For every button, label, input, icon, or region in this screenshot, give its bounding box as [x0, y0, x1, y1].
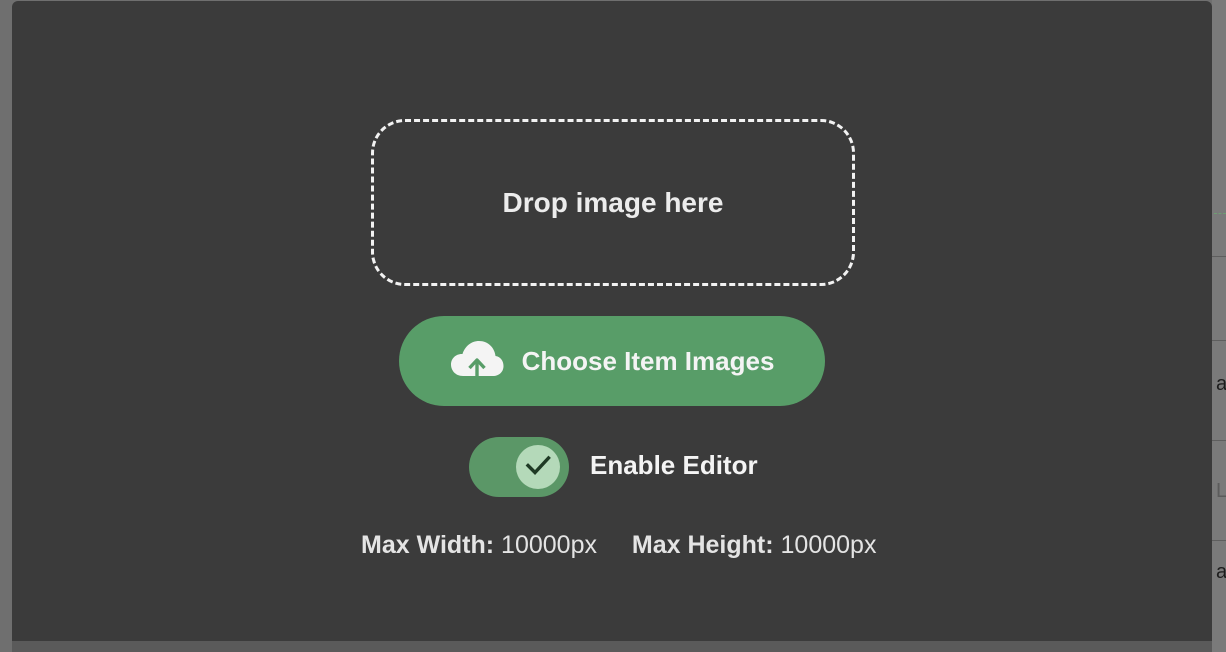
enable-editor-toggle[interactable]: [469, 437, 569, 497]
choose-button-label: Choose Item Images: [521, 345, 775, 376]
background-divider: [1212, 256, 1226, 257]
enable-editor-label: Enable Editor: [590, 450, 758, 480]
max-width-value: 10000px: [501, 531, 597, 559]
background-divider: [1212, 540, 1226, 541]
background-divider: [1212, 440, 1226, 441]
background-text-fragment: Li: [1216, 480, 1226, 502]
background-page-bottom: [12, 641, 1212, 652]
toggle-knob: [516, 445, 560, 489]
check-icon: [523, 450, 553, 485]
background-divider: [1212, 340, 1226, 341]
max-height-value: 10000px: [780, 531, 877, 559]
max-height-label: Max Height:: [631, 531, 774, 559]
background-dashed-line: [1214, 213, 1226, 214]
dropzone-text: Drop image here: [502, 186, 724, 218]
background-page: [1212, 0, 1226, 652]
choose-item-images-button[interactable]: Choose Item Images: [399, 316, 825, 406]
image-size-limits: Max Width: 10000px Max Height: 10000px: [361, 531, 876, 560]
cloud-upload-icon: [450, 338, 504, 384]
image-dropzone[interactable]: Drop image here: [371, 119, 855, 286]
max-width-label: Max Width:: [361, 531, 495, 559]
background-text-fragment: a: [1216, 561, 1226, 583]
background-text-fragment: a: [1216, 373, 1226, 395]
image-upload-modal: Drop image here Choose Item Images Enabl…: [12, 1, 1212, 641]
